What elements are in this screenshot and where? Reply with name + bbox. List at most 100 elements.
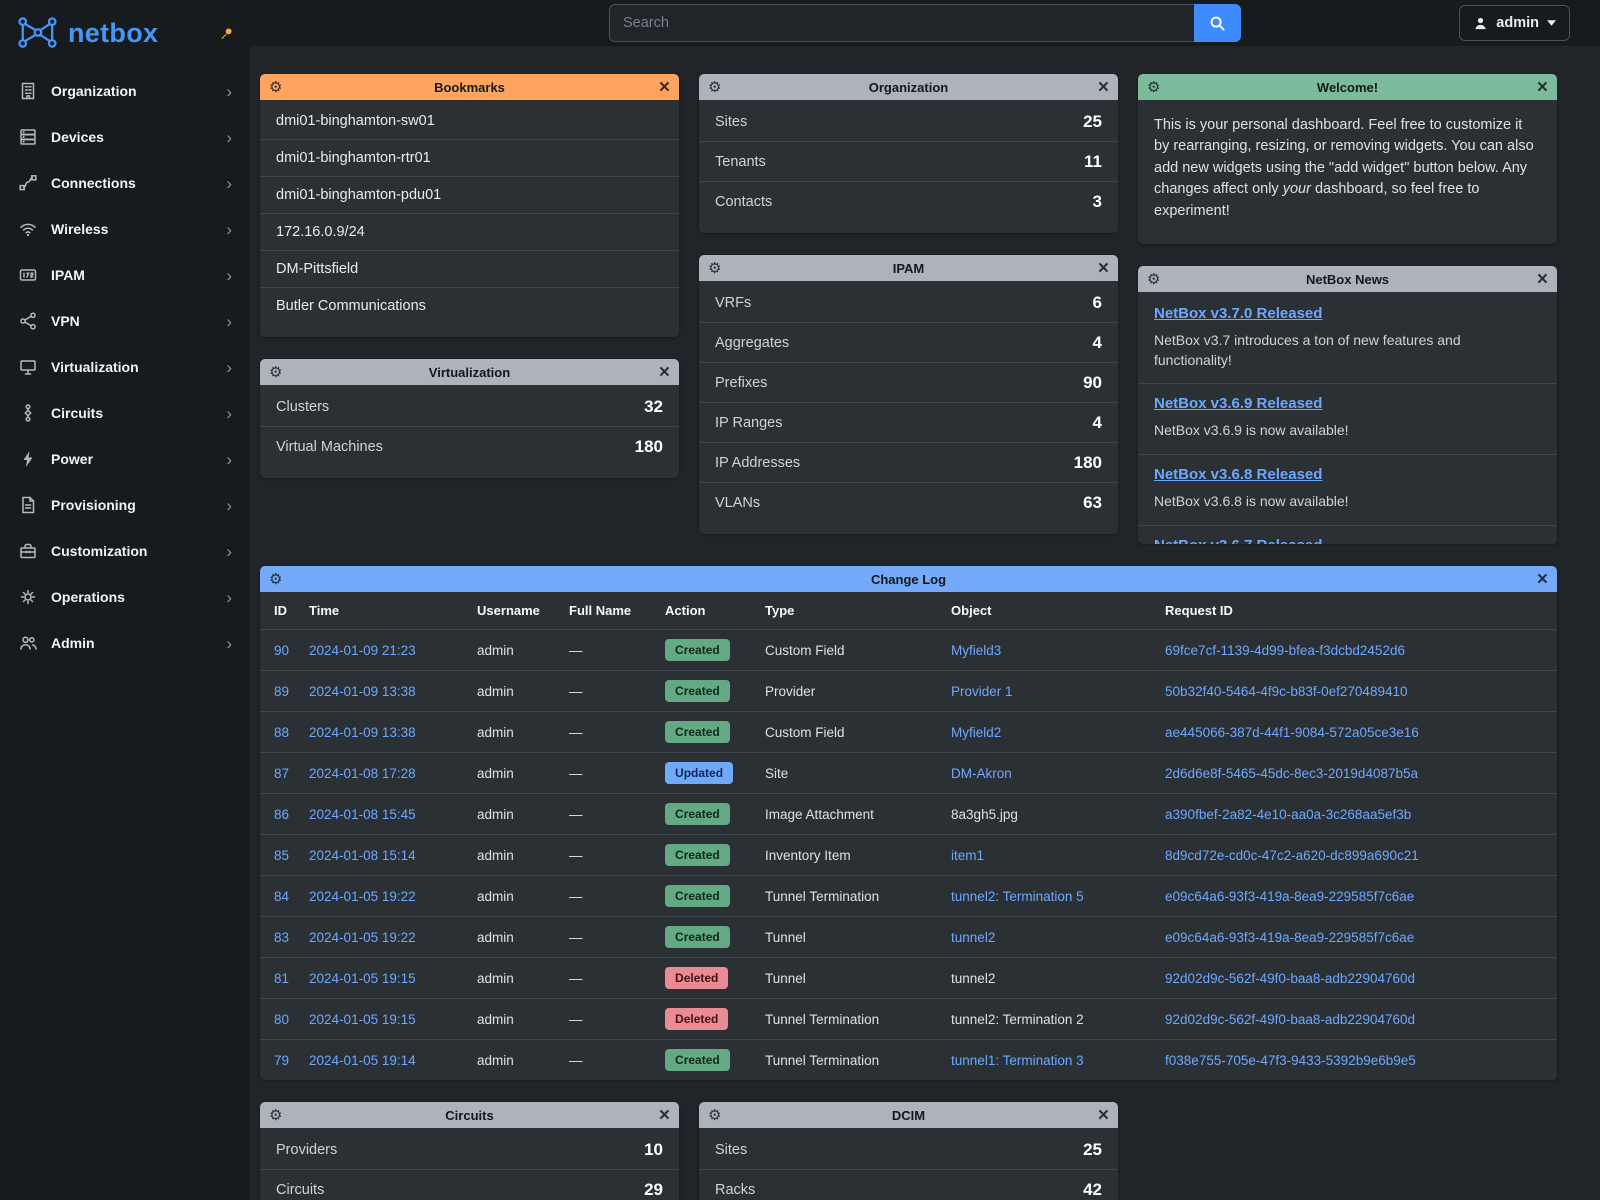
changelog-id-link[interactable]: 83 [274,930,289,945]
widget-config-icon[interactable]: ⚙ [269,1108,282,1123]
news-link[interactable]: NetBox v3.6.8 Released [1154,466,1322,483]
changelog-time-link[interactable]: 2024-01-09 13:38 [309,725,416,740]
changelog-id-link[interactable]: 84 [274,889,289,904]
changelog-object-link[interactable]: tunnel2: Termination 2 [951,1012,1084,1027]
stat-value[interactable]: 4 [1093,413,1102,433]
sidebar-item-provisioning[interactable]: Provisioning › [0,482,250,528]
changelog-id-link[interactable]: 86 [274,807,289,822]
changelog-id-link[interactable]: 89 [274,684,289,699]
widget-close-icon[interactable]: × [1537,570,1548,589]
changelog-time-link[interactable]: 2024-01-05 19:15 [309,971,416,986]
changelog-time-link[interactable]: 2024-01-05 19:14 [309,1053,416,1068]
changelog-time-link[interactable]: 2024-01-05 19:15 [309,1012,416,1027]
changelog-id-link[interactable]: 90 [274,643,289,658]
changelog-request-link[interactable]: 69fce7cf-1139-4d99-bfea-f3dcbd2452d6 [1165,643,1405,658]
widget-close-icon[interactable]: × [659,1106,670,1125]
bookmark-item[interactable]: dmi01-binghamton-rtr01 [260,139,679,176]
widget-config-icon[interactable]: ⚙ [708,1108,721,1123]
changelog-request-link[interactable]: ae445066-387d-44f1-9084-572a05ce3e16 [1165,725,1419,740]
changelog-request-link[interactable]: e09c64a6-93f3-419a-8ea9-229585f7c6ae [1165,889,1414,904]
sidebar-item-vpn[interactable]: VPN › [0,298,250,344]
changelog-id-link[interactable]: 85 [274,848,289,863]
changelog-id-link[interactable]: 88 [274,725,289,740]
widget-close-icon[interactable]: × [659,363,670,382]
changelog-request-link[interactable]: 8d9cd72e-cd0c-47c2-a620-dc899a690c21 [1165,848,1419,863]
stat-value[interactable]: 25 [1083,112,1102,132]
news-link[interactable]: NetBox v3.6.7 Released [1154,537,1322,545]
stat-value[interactable]: 32 [644,397,663,417]
widget-close-icon[interactable]: × [1098,1106,1109,1125]
changelog-object-link[interactable]: tunnel2 [951,971,995,986]
changelog-id-link[interactable]: 81 [274,971,289,986]
sidebar-item-connections[interactable]: Connections › [0,160,250,206]
changelog-request-link[interactable]: e09c64a6-93f3-419a-8ea9-229585f7c6ae [1165,930,1414,945]
stat-value[interactable]: 29 [644,1180,663,1200]
bookmark-item[interactable]: dmi01-binghamton-pdu01 [260,176,679,213]
changelog-object-link[interactable]: Myfield3 [951,643,1001,658]
changelog-id-link[interactable]: 79 [274,1053,289,1068]
bookmark-item[interactable]: dmi01-binghamton-sw01 [260,103,679,139]
widget-config-icon[interactable]: ⚙ [1147,80,1160,95]
stat-value[interactable]: 3 [1093,192,1102,212]
changelog-request-link[interactable]: 92d02d9c-562f-49f0-baa8-adb22904760d [1165,1012,1415,1027]
news-link[interactable]: NetBox v3.6.9 Released [1154,395,1322,412]
search-input[interactable] [609,4,1194,42]
sidebar-item-admin[interactable]: Admin › [0,620,250,666]
changelog-request-link[interactable]: f038e755-705e-47f3-9433-5392b9e6b9e5 [1165,1053,1416,1068]
changelog-time-link[interactable]: 2024-01-05 19:22 [309,930,416,945]
stat-value[interactable]: 25 [1083,1140,1102,1160]
changelog-time-link[interactable]: 2024-01-05 19:22 [309,889,416,904]
widget-close-icon[interactable]: × [1537,78,1548,97]
changelog-id-link[interactable]: 87 [274,766,289,781]
pin-sidebar-icon[interactable] [219,26,234,41]
widget-close-icon[interactable]: × [1098,78,1109,97]
stat-value[interactable]: 6 [1093,293,1102,313]
stat-value[interactable]: 11 [1084,152,1102,172]
widget-config-icon[interactable]: ⚙ [269,80,282,95]
stat-value[interactable]: 180 [635,437,663,457]
changelog-object-link[interactable]: item1 [951,848,984,863]
changelog-object-link[interactable]: 8a3gh5.jpg [951,807,1018,822]
stat-value[interactable]: 10 [644,1140,663,1160]
changelog-object-link[interactable]: Myfield2 [951,725,1001,740]
changelog-object-link[interactable]: tunnel1: Termination 3 [951,1053,1084,1068]
sidebar-item-power[interactable]: Power › [0,436,250,482]
bookmark-item[interactable]: DM-Pittsfield [260,250,679,287]
search-button[interactable] [1194,4,1241,42]
widget-config-icon[interactable]: ⚙ [708,80,721,95]
stat-value[interactable]: 63 [1083,493,1102,513]
sidebar-item-wireless[interactable]: Wireless › [0,206,250,252]
changelog-request-link[interactable]: 92d02d9c-562f-49f0-baa8-adb22904760d [1165,971,1415,986]
sidebar-item-circuits[interactable]: Circuits › [0,390,250,436]
changelog-time-link[interactable]: 2024-01-08 17:28 [309,766,416,781]
changelog-id-link[interactable]: 80 [274,1012,289,1027]
news-link[interactable]: NetBox v3.7.0 Released [1154,305,1322,322]
widget-close-icon[interactable]: × [659,78,670,97]
stat-value[interactable]: 90 [1083,373,1102,393]
changelog-request-link[interactable]: 50b32f40-5464-4f9c-b83f-0ef270489410 [1165,684,1407,699]
changelog-request-link[interactable]: 2d6d6e8f-5465-45dc-8ec3-2019d4087b5a [1165,766,1418,781]
widget-close-icon[interactable]: × [1537,270,1548,289]
widget-config-icon[interactable]: ⚙ [269,572,282,587]
sidebar-item-ipam[interactable]: IPAM › [0,252,250,298]
widget-config-icon[interactable]: ⚙ [269,365,282,380]
sidebar-item-virtualization[interactable]: Virtualization › [0,344,250,390]
changelog-time-link[interactable]: 2024-01-09 21:23 [309,643,416,658]
sidebar-item-customization[interactable]: Customization › [0,528,250,574]
changelog-object-link[interactable]: tunnel2: Termination 5 [951,889,1084,904]
bookmark-item[interactable]: 172.16.0.9/24 [260,213,679,250]
widget-config-icon[interactable]: ⚙ [1147,272,1160,287]
changelog-time-link[interactable]: 2024-01-08 15:45 [309,807,416,822]
stat-value[interactable]: 180 [1074,453,1102,473]
changelog-object-link[interactable]: DM-Akron [951,766,1012,781]
bookmark-item[interactable]: Butler Communications [260,287,679,324]
sidebar-item-organization[interactable]: Organization › [0,68,250,114]
changelog-time-link[interactable]: 2024-01-08 15:14 [309,848,416,863]
sidebar-item-devices[interactable]: Devices › [0,114,250,160]
user-menu-button[interactable]: admin [1459,5,1570,41]
widget-close-icon[interactable]: × [1098,259,1109,278]
changelog-object-link[interactable]: tunnel2 [951,930,995,945]
stat-value[interactable]: 4 [1093,333,1102,353]
widget-config-icon[interactable]: ⚙ [708,261,721,276]
changelog-object-link[interactable]: Provider 1 [951,684,1013,699]
